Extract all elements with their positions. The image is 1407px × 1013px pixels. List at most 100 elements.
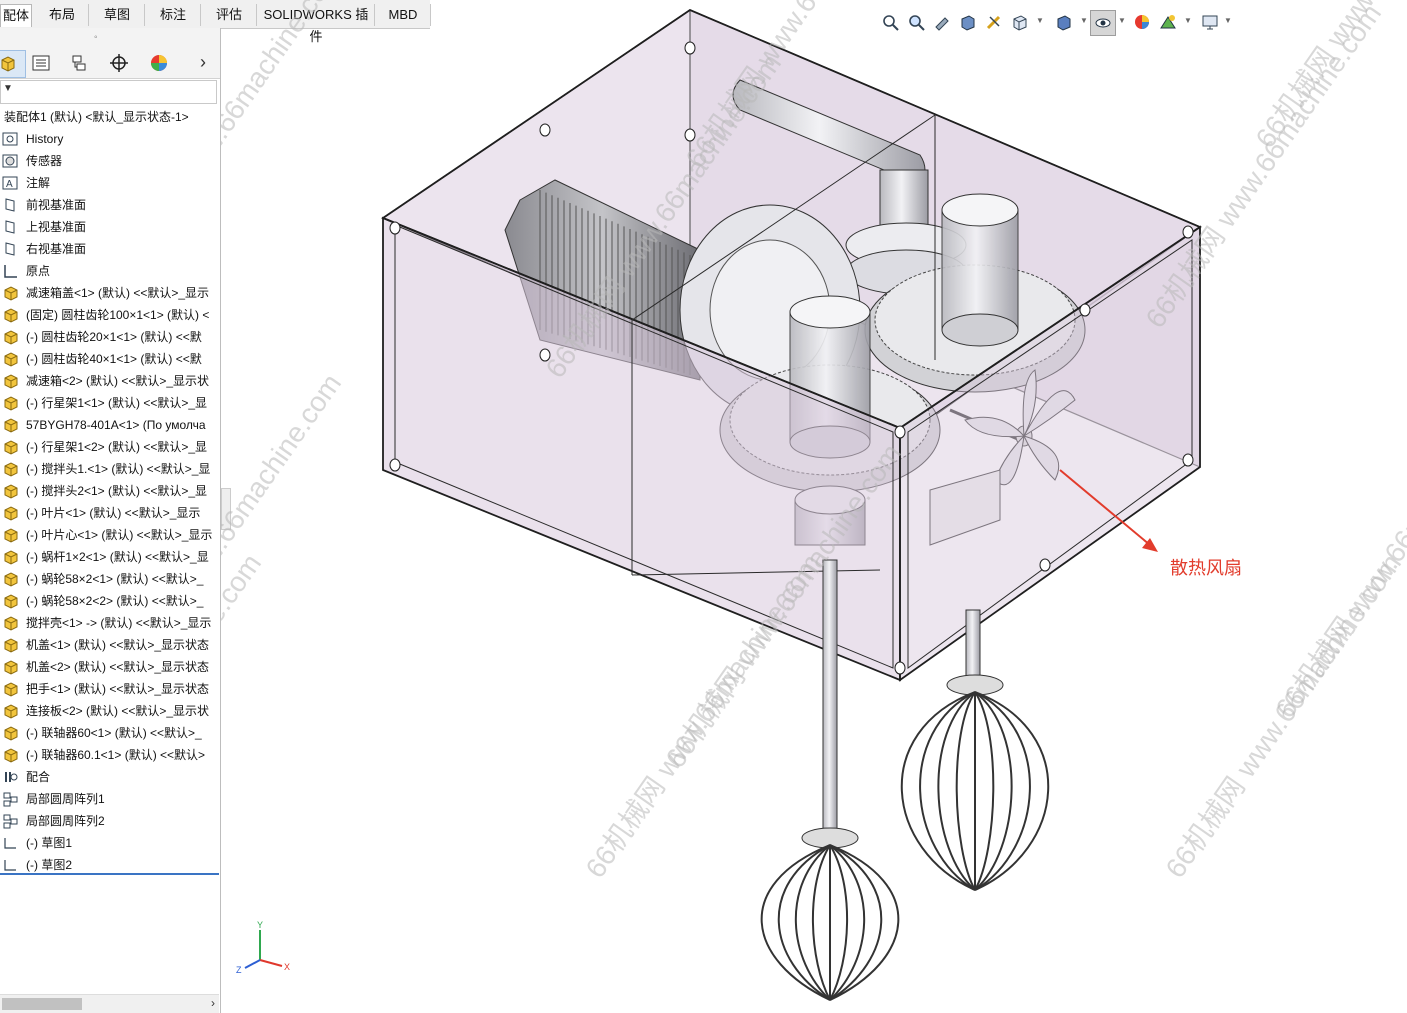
scrollbar-thumb[interactable] [2, 998, 82, 1010]
housing-bolt [389, 458, 401, 472]
view-settings-dropdown-icon[interactable]: ▼ [1224, 16, 1232, 25]
tree-node-label: 局部圆周阵列2 [26, 813, 105, 828]
graphics-viewport[interactable]: 66机械网 www.66machine.com66机械网 www.66machi… [221, 0, 1407, 1013]
tree-node-label: 前视基准面 [26, 197, 87, 212]
housing-bolt [684, 41, 696, 55]
tree-node[interactable]: 装配体1 (默认) <默认_显示状态-1> [4, 106, 220, 126]
display-style-dropdown-icon[interactable]: ▼ [1080, 16, 1088, 25]
rollback-bar[interactable] [0, 873, 219, 875]
tree-node[interactable]: (-) 圆柱齿轮20×1<1> (默认) <<默 [2, 326, 218, 346]
tree-node[interactable]: (-) 搅拌头1.<1> (默认) <<默认>_显 [2, 458, 218, 478]
scroll-right-arrow-icon[interactable]: › [211, 996, 215, 1010]
tree-node-label: (-) 圆柱齿轮20×1<1> (默认) <<默 [26, 329, 202, 344]
tree-node-label: (-) 蜗杆1×2<1> (默认) <<默认>_显 [26, 549, 209, 564]
tree-node[interactable]: 把手<1> (默认) <<默认>_显示状态 [2, 678, 218, 698]
part-icon [2, 615, 20, 631]
hide-show-items-icon[interactable] [1090, 10, 1116, 36]
watermark-text: 66机械网 www.66machine.com [1270, 388, 1407, 723]
tree-node-label: (-) 蜗轮58×2<2> (默认) <<默认>_ [26, 593, 204, 608]
feature-manager-icon[interactable] [0, 50, 26, 78]
tab-layout[interactable]: 布局 [36, 4, 89, 26]
tree-node[interactable]: 传感器 [2, 150, 218, 170]
tree-node[interactable]: 57BYGH78-401A<1> (По умолча [2, 414, 218, 434]
tree-node[interactable]: 减速箱<2> (默认) <<默认>_显示状 [2, 370, 218, 390]
tree-node-label: 原点 [26, 263, 51, 278]
display-manager-icon[interactable] [142, 50, 176, 76]
housing-bolt [1182, 225, 1194, 239]
property-manager-icon[interactable] [24, 50, 58, 76]
tree-node[interactable]: (-) 蜗杆1×2<1> (默认) <<默认>_显 [2, 546, 218, 566]
panel-collapse-handle[interactable]: ◦ [94, 32, 98, 43]
tree-node[interactable]: (固定) 圆柱齿轮100×1<1> (默认) < [2, 304, 218, 324]
part-icon [2, 439, 20, 455]
tree-node[interactable]: 配合 [2, 766, 218, 786]
tree-node[interactable]: 搅拌壳<1> -> (默认) <<默认>_显示 [2, 612, 218, 632]
tree-node[interactable]: (-) 叶片心<1> (默认) <<默认>_显示 [2, 524, 218, 544]
tree-node-label: 局部圆周阵列1 [26, 791, 105, 806]
tree-node-label: (-) 联轴器60<1> (默认) <<默认>_ [26, 725, 202, 740]
feature-manager-panel: ◦ › ▼ 装配体1 (默认) <默认_显示状态-1> History 传感器 A 注解… [0, 28, 231, 1013]
tree-node[interactable]: (-) 圆柱齿轮40×1<1> (默认) <<默 [2, 348, 218, 368]
view-settings-icon[interactable] [1198, 10, 1222, 34]
tab-sketch[interactable]: 草图 [90, 4, 145, 26]
apply-scene-icon[interactable] [1156, 10, 1180, 34]
tree-node[interactable]: (-) 蜗轮58×2<2> (默认) <<默认>_ [2, 590, 218, 610]
tree-node[interactable]: 机盖<1> (默认) <<默认>_显示状态 [2, 634, 218, 654]
tree-filter-input[interactable]: ▼ [0, 80, 217, 104]
tab-assembly[interactable]: 配体 [0, 4, 32, 27]
view-orientation-icon[interactable] [1008, 10, 1032, 34]
tree-node[interactable]: 连接板<2> (默认) <<默认>_显示状 [2, 700, 218, 720]
tree-node[interactable]: (-) 蜗轮58×2<1> (默认) <<默认>_ [2, 568, 218, 588]
heads-up-view-toolbar: ▼ ▼ ▼ ▼ ▼ [876, 8, 1236, 36]
tree-node[interactable]: (-) 草图2 [2, 854, 218, 874]
orientation-dropdown-icon[interactable]: ▼ [1036, 16, 1044, 25]
part-icon [2, 395, 20, 411]
dimxpert-icon[interactable] [102, 50, 136, 76]
tree-node[interactable]: 右视基准面 [2, 238, 218, 258]
display-style-icon[interactable] [1052, 10, 1076, 34]
scene-dropdown-icon[interactable]: ▼ [1184, 16, 1192, 25]
part-icon [2, 549, 20, 565]
mates-icon [2, 769, 20, 785]
tree-node[interactable]: 前视基准面 [2, 194, 218, 214]
tree-node[interactable]: (-) 行星架1<2> (默认) <<默认>_显 [2, 436, 218, 456]
tree-node-label: (-) 草图1 [26, 835, 72, 850]
watermark-text: 66机械网 www.66machine.com [1250, 0, 1407, 153]
zoom-to-area-icon[interactable] [904, 10, 928, 34]
section-view-icon[interactable] [956, 10, 980, 34]
part-icon [2, 571, 20, 587]
pattern-icon [2, 791, 20, 807]
tree-node[interactable]: 原点 [2, 260, 218, 280]
tree-node[interactable]: (-) 行星架1<1> (默认) <<默认>_显 [2, 392, 218, 412]
tree-node[interactable]: 上视基准面 [2, 216, 218, 236]
tree-node[interactable]: (-) 叶片<1> (默认) <<默认>_显示 [2, 502, 218, 522]
housing-bolt [894, 425, 906, 439]
tree-node[interactable]: (-) 草图1 [2, 832, 218, 852]
hide-show-dropdown-icon[interactable]: ▼ [1118, 16, 1126, 25]
tree-node[interactable]: 减速箱盖<1> (默认) <<默认>_显示 [2, 282, 218, 302]
tree-node[interactable]: (-) 联轴器60.1<1> (默认) <<默认> [2, 744, 218, 764]
edit-appearance-icon[interactable] [1130, 10, 1154, 34]
tree-node-label: 减速箱盖<1> (默认) <<默认>_显示 [26, 285, 210, 300]
watermark-text: 66机械网 www.66machine.com [221, 368, 347, 703]
tree-node[interactable]: 局部圆周阵列2 [2, 810, 218, 830]
dynamic-annotation-icon[interactable] [982, 10, 1006, 34]
tree-node[interactable]: History [2, 128, 218, 148]
tree-node[interactable]: 局部圆周阵列1 [2, 788, 218, 808]
tree-node-label: (-) 叶片<1> (默认) <<默认>_显示 [26, 505, 201, 520]
tree-node[interactable]: A 注解 [2, 172, 218, 192]
watermark-text: 66机械网 www.66machine.com [1140, 0, 1388, 333]
tab-annotation[interactable]: 标注 [146, 4, 201, 26]
previous-view-icon[interactable] [930, 10, 954, 34]
tree-node[interactable]: (-) 联轴器60<1> (默认) <<默认>_ [2, 722, 218, 742]
tree-node[interactable]: 机盖<2> (默认) <<默认>_显示状态 [2, 656, 218, 676]
tree-node[interactable]: (-) 搅拌头2<1> (默认) <<默认>_显 [2, 480, 218, 500]
panel-horizontal-scrollbar[interactable]: › [0, 994, 219, 1013]
housing-bolt [389, 221, 401, 235]
pattern-icon [2, 813, 20, 829]
tree-node-label: 连接板<2> (默认) <<默认>_显示状 [26, 703, 210, 718]
zoom-to-fit-icon[interactable] [878, 10, 902, 34]
housing-bolt [1039, 558, 1051, 572]
panel-more-tabs-icon[interactable]: › [200, 52, 206, 73]
configuration-manager-icon[interactable] [62, 50, 96, 76]
